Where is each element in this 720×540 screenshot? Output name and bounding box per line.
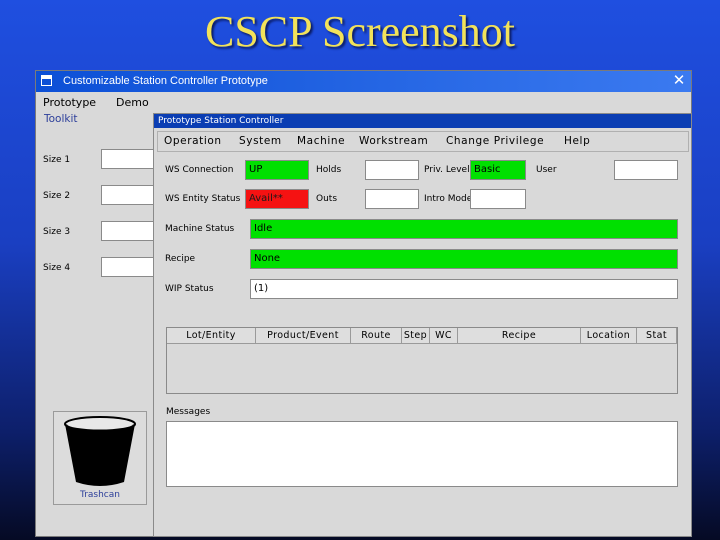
intro-mode-label: Intro Mode [424,194,473,204]
column-header-lot-entity[interactable]: Lot/Entity [167,328,256,344]
size-1-row: Size 1 [43,149,155,169]
messages-label: Messages [166,407,211,417]
ws-connection-field: UP [245,160,309,180]
toolkit-label: Toolkit [44,113,78,125]
station-controller-title: Prototype Station Controller [154,114,691,128]
app-window: Customizable Station Controller Prototyp… [35,70,692,537]
recipe-label: Recipe [165,254,196,264]
menu-machine[interactable]: Machine [297,135,345,147]
column-header-location[interactable]: Location [581,328,637,344]
size-2-row: Size 2 [43,185,155,205]
size-1-label: Size 1 [43,155,71,165]
size-4-input[interactable] [101,257,155,277]
size-4-label: Size 4 [43,263,71,273]
menu-help[interactable]: Help [564,135,590,147]
holds-field [365,160,419,180]
user-label: User [536,165,557,175]
size-4-row: Size 4 [43,257,155,277]
holds-label: Holds [316,165,342,175]
column-header-stat[interactable]: Stat [637,328,677,344]
column-header-route[interactable]: Route [351,328,402,344]
controller-menubar: Operation System Machine Workstream Chan… [157,131,689,152]
ws-connection-label: WS Connection [165,165,234,175]
trashcan-label: Trashcan [80,490,120,500]
menu-system[interactable]: System [239,135,282,147]
column-header-recipe[interactable]: Recipe [458,328,581,344]
ws-entity-status-label: WS Entity Status [165,194,241,204]
menu-operation[interactable]: Operation [164,135,222,147]
size-3-input[interactable] [101,221,155,241]
window-titlebar[interactable]: Customizable Station Controller Prototyp… [36,71,691,92]
main-menubar: Prototype Demo [36,93,691,111]
wip-status-label: WIP Status [165,284,214,294]
window-menu-icon[interactable] [41,75,52,86]
ws-entity-status-field: Avail** [245,189,309,209]
wip-status-field: (1) [250,279,678,299]
size-2-label: Size 2 [43,191,71,201]
column-header-product-event[interactable]: Product/Event [256,328,351,344]
size-3-label: Size 3 [43,227,71,237]
column-header-wc[interactable]: WC [430,328,458,344]
priv-level-label: Priv. Level [424,165,470,175]
outs-label: Outs [316,194,338,204]
menu-prototype[interactable]: Prototype [43,96,96,109]
slide-title: CSCP Screenshot [204,7,516,56]
user-field [614,160,678,180]
machine-status-label: Machine Status [165,224,235,234]
outs-field [365,189,419,209]
station-controller-panel: Prototype Station Controller Operation S… [153,113,692,537]
lot-table: Lot/Entity Product/Event Route Step WC R… [166,327,678,394]
column-header-step[interactable]: Step [402,328,430,344]
priv-level-field: Basic [470,160,526,180]
menu-change-privilege[interactable]: Change Privilege [446,135,544,147]
machine-status-field: Idle [250,219,678,239]
window-title: Customizable Station Controller Prototyp… [63,75,268,87]
size-2-input[interactable] [101,185,155,205]
close-icon[interactable]: ✕ [671,72,687,90]
recipe-field: None [250,249,678,269]
size-1-input[interactable] [101,149,155,169]
intro-mode-field [470,189,526,209]
menu-workstream[interactable]: Workstream [359,135,428,147]
menu-demo[interactable]: Demo [116,96,149,109]
messages-area[interactable] [166,421,678,487]
trashcan[interactable]: Trashcan [53,411,147,505]
size-3-row: Size 3 [43,221,155,241]
trashcan-icon [64,416,136,486]
